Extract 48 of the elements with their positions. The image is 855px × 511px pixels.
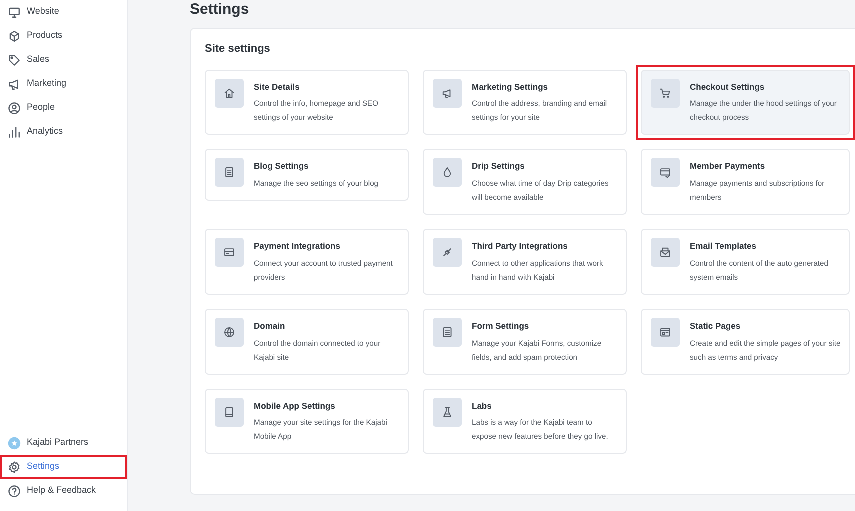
help-icon [8,484,21,498]
tablet-icon [224,406,235,418]
sidebar-item[interactable]: Kajabi Partners [0,431,127,455]
tag-icon [8,54,21,66]
card-title: Member Payments [690,160,766,173]
globe-icon [224,326,235,338]
box-icon [8,30,21,42]
drop-icon [442,167,453,178]
card-title: Marketing Settings [472,80,550,94]
person-icon [8,102,21,114]
card-title: Checkout Settings [690,80,766,94]
mail-icon [660,247,671,258]
document-icon [224,167,235,178]
card-title: Static Pages [690,320,742,332]
sidebar-item[interactable]: Sales [0,48,127,72]
card-title: Labs [472,400,493,412]
card-title: Mobile App Settings [254,400,336,412]
sidebar-item[interactable]: Marketing [0,72,127,96]
flask-icon [442,406,453,418]
card-title: Blog Settings [254,160,310,173]
browser-window-icon [660,326,671,338]
card-title: Payment Integrations [254,240,342,253]
sidebar-item[interactable]: Products [0,24,127,48]
panel-title: Site settings [205,42,272,57]
card-title: Domain [254,320,286,332]
payments-icon [660,167,671,178]
bar-chart-icon [8,126,21,138]
sidebar-item[interactable]: Website [0,0,127,24]
card-title: Third Party Integrations [472,240,569,253]
megaphone-icon [8,78,21,90]
card-title: Form Settings [472,320,530,332]
card-title: Drip Settings [472,160,526,173]
sidebar-item[interactable]: Settings [0,455,127,479]
house-icon [224,88,235,98]
plug-icon [442,247,453,258]
megaphone-icon [442,88,453,98]
cart-icon [660,88,671,98]
sidebar-item[interactable]: People [0,96,127,120]
card-title: Site Details [254,80,301,94]
gear-icon [8,460,21,474]
sidebar-item[interactable]: Analytics [0,120,127,144]
sidebar-item[interactable]: Help & Feedback [0,479,127,503]
page-title: Settings [190,0,250,20]
credit-card-icon [224,247,235,258]
star-badge-icon [8,436,21,450]
monitor-icon [8,6,21,18]
form-icon [442,326,453,338]
card-title: Email Templates [690,240,758,253]
